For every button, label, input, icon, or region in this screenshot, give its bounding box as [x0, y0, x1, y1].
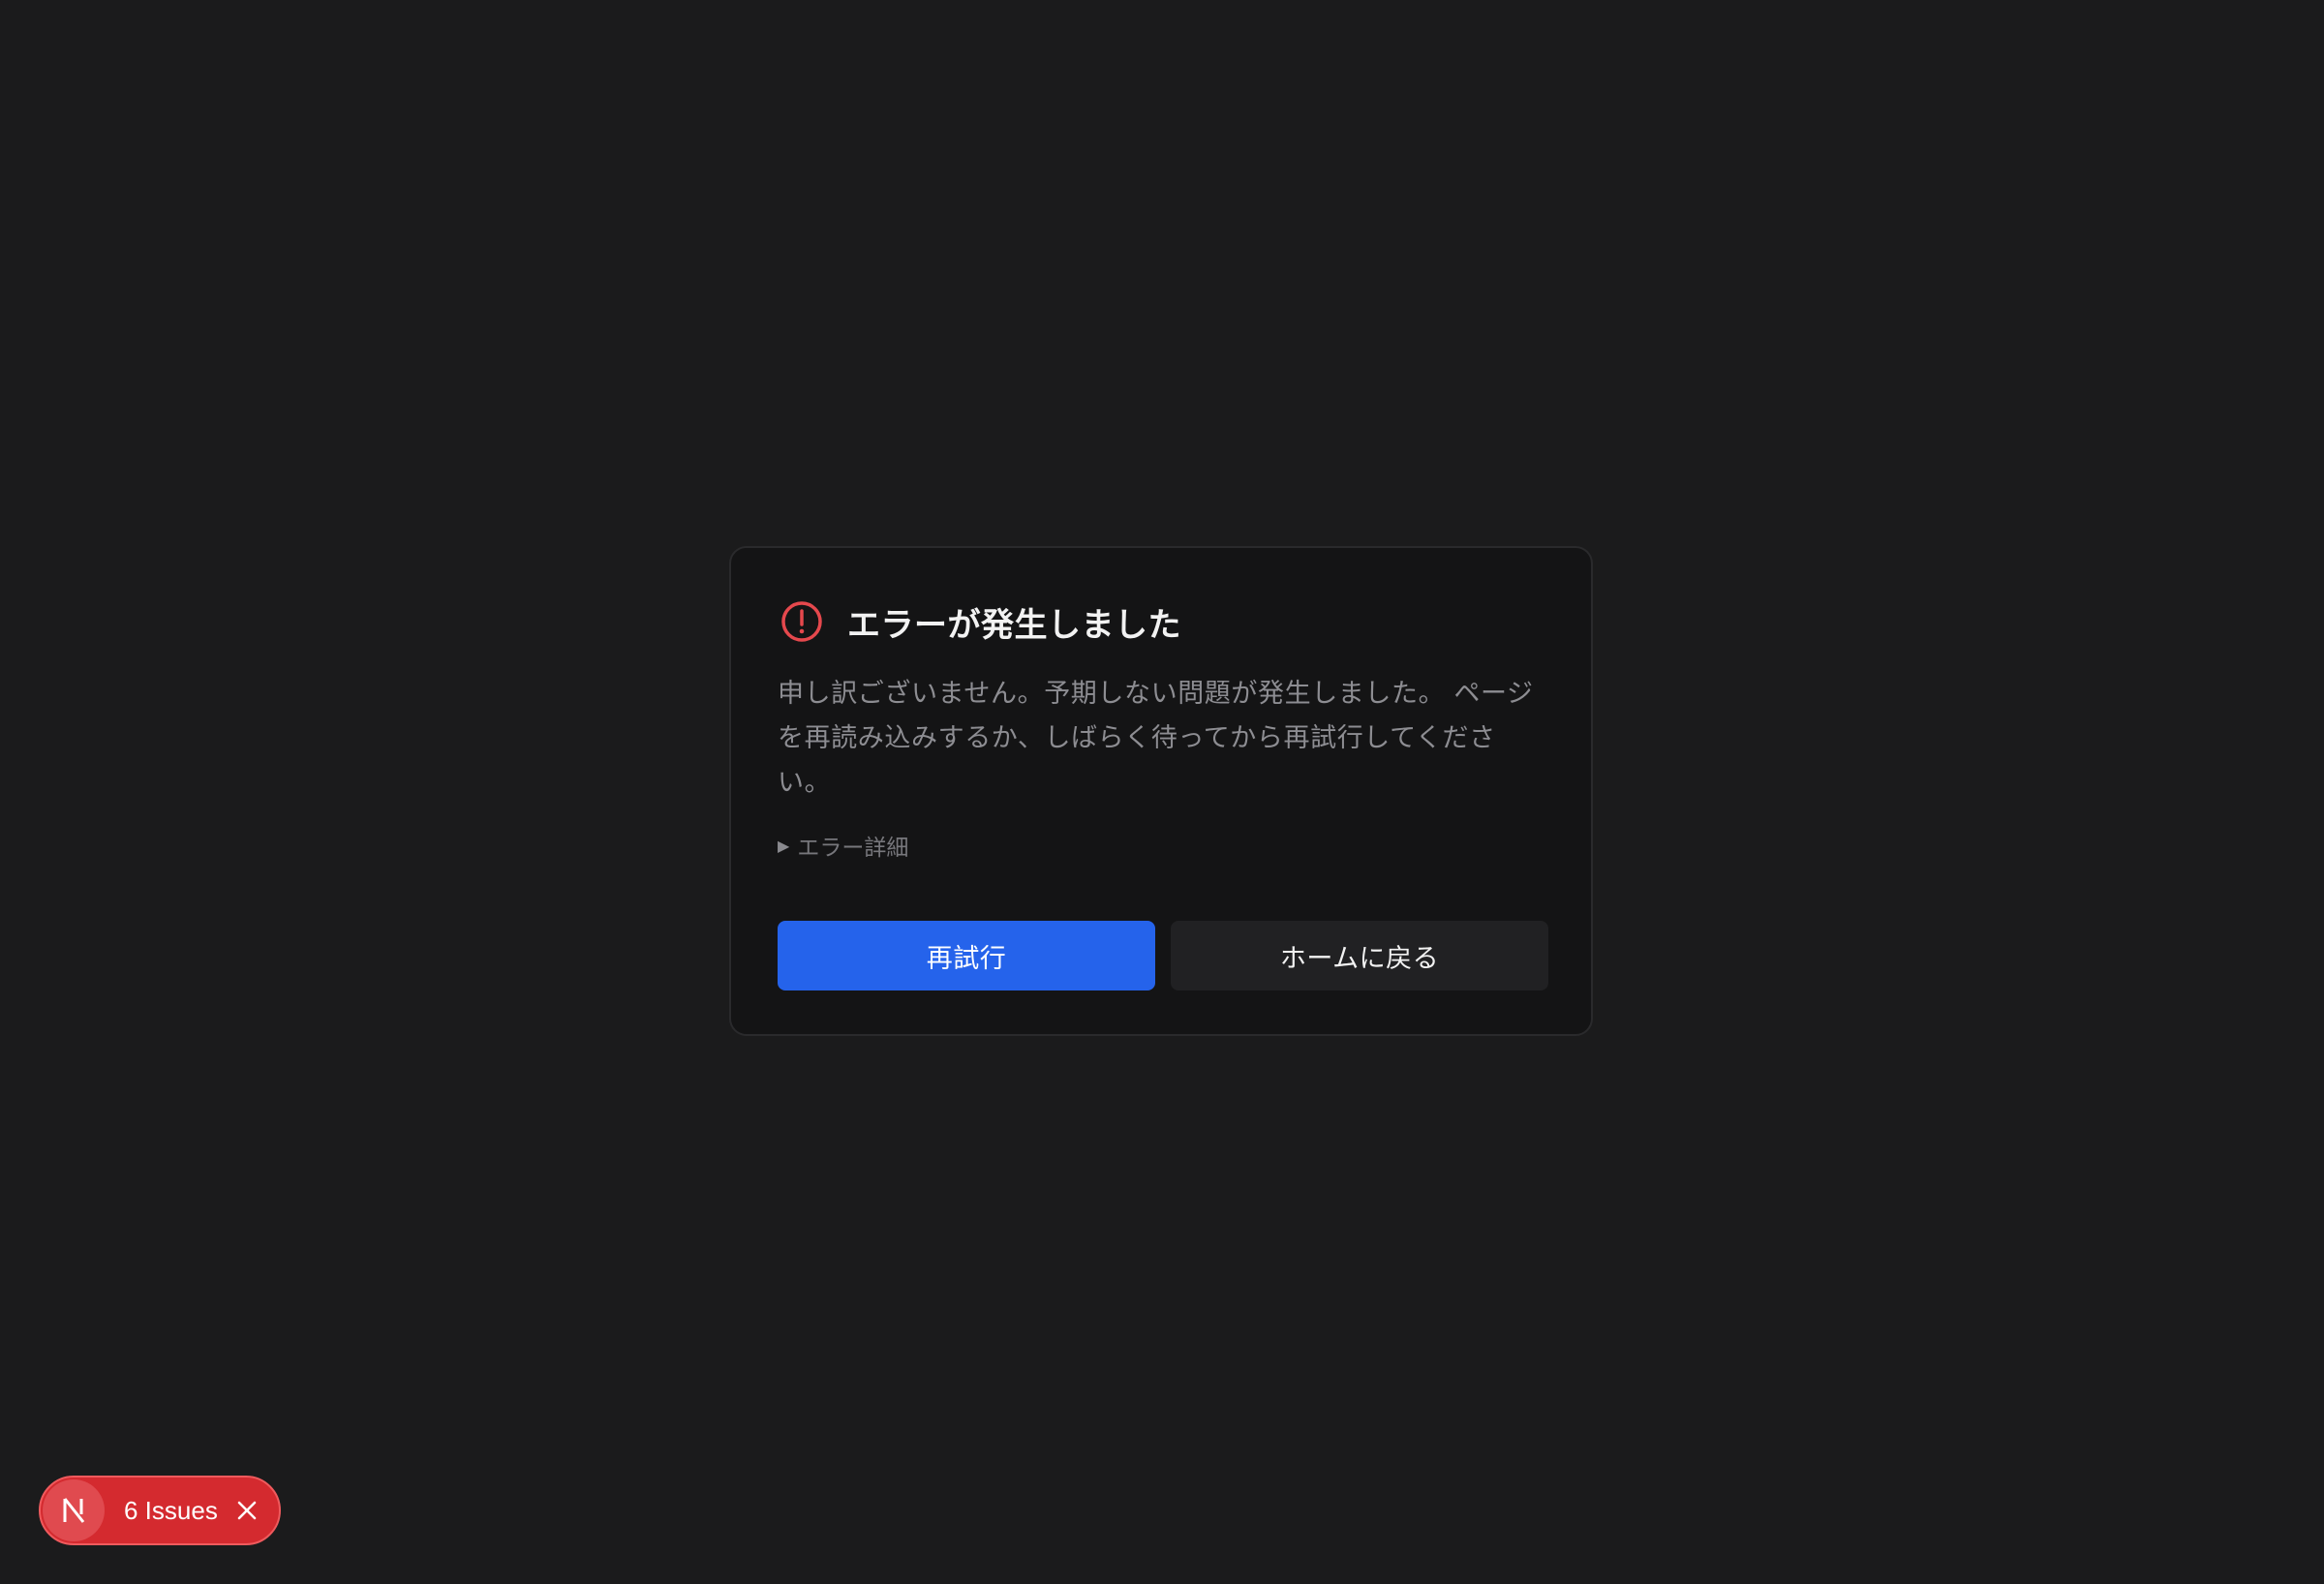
nextjs-logo-icon[interactable]: [43, 1479, 105, 1541]
error-card: エラーが発生しました 申し訳ございません。予期しない問題が発生しました。 ページ…: [729, 546, 1593, 1036]
caret-right-icon: ▶: [778, 836, 790, 855]
alert-circle-icon: [780, 599, 824, 644]
error-card-header: エラーが発生しました: [778, 594, 1544, 649]
home-button[interactable]: ホームに戻る: [1171, 921, 1548, 990]
error-details-label: エラー詳細: [797, 836, 909, 861]
issues-indicator[interactable]: 6 Issues: [39, 1476, 281, 1545]
error-details-toggle[interactable]: ▶ エラー詳細: [778, 829, 1544, 862]
error-title: エラーが発生しました: [847, 605, 1181, 645]
action-buttons: 再試行 ホームに戻る: [778, 921, 1548, 990]
retry-button[interactable]: 再試行: [778, 921, 1155, 990]
close-icon[interactable]: [233, 1497, 260, 1524]
page: エラーが発生しました 申し訳ございません。予期しない問題が発生しました。 ページ…: [0, 0, 2324, 1584]
error-message: 申し訳ございません。予期しない問題が発生しました。 ページを再読み込みするか、し…: [778, 679, 1534, 798]
issues-count-label[interactable]: 6 Issues: [124, 1496, 218, 1526]
